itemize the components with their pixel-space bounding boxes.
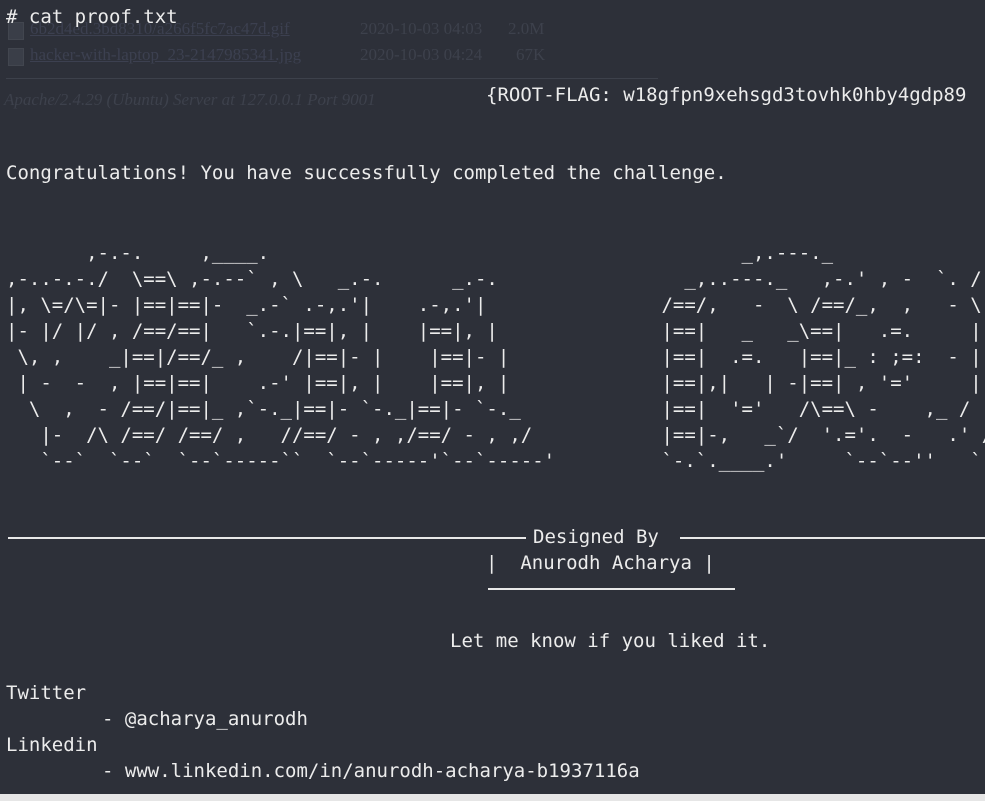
twitter-handle: - @acharya_anurodh: [102, 708, 308, 730]
ghost-file-size-jpg: 67K: [516, 45, 546, 64]
author-underline: [488, 588, 735, 590]
terminal-bottom-bar: [0, 794, 985, 801]
ascii-art-left: ,-.-. ,____. ,-..-.-./ \==\ ,-.--` , \ _…: [6, 242, 556, 472]
congratulations-message: Congratulations! You have successfully c…: [6, 162, 727, 184]
jpg-file-icon: [8, 48, 24, 66]
ghost-file-date-jpg: 2020-10-03 04:24: [360, 45, 483, 64]
ghost-file-date-gif: 2020-10-03 04:03: [360, 19, 483, 38]
ghost-file-size-gif: 2.0M: [508, 19, 545, 38]
root-flag: {ROOT-FLAG: w18gfpn9xehsgd3tovhk0hby4gdp…: [486, 84, 967, 106]
feedback-message: Let me know if you liked it.: [450, 630, 771, 652]
ghost-file-link-jpg: hacker-with-laptop_23-2147985341.jpg: [30, 45, 302, 64]
author-name: | Anurodh Acharya |: [486, 552, 715, 574]
ghost-server-signature: Apache/2.4.29 (Ubuntu) Server at 127.0.0…: [4, 90, 376, 109]
linkedin-label: Linkedin: [6, 734, 98, 756]
designed-by-label: Designed By: [533, 526, 659, 548]
terminal-window[interactable]: 6b2d4ed.3bd8310/a266f5fc7ac47d.gif 2020-…: [0, 0, 985, 801]
designed-by-rule-left: [8, 537, 526, 539]
ascii-art-right: _,.---._ _,..---._ ,-.' , - `. / /==/, -…: [661, 242, 985, 472]
linkedin-url: - www.linkedin.com/in/anurodh-acharya-b1…: [102, 760, 640, 782]
ghost-divider: [6, 78, 658, 79]
designed-by-rule-right: [680, 537, 985, 539]
twitter-label: Twitter: [6, 682, 87, 704]
command-prompt-line: # cat proof.txt: [6, 6, 178, 28]
